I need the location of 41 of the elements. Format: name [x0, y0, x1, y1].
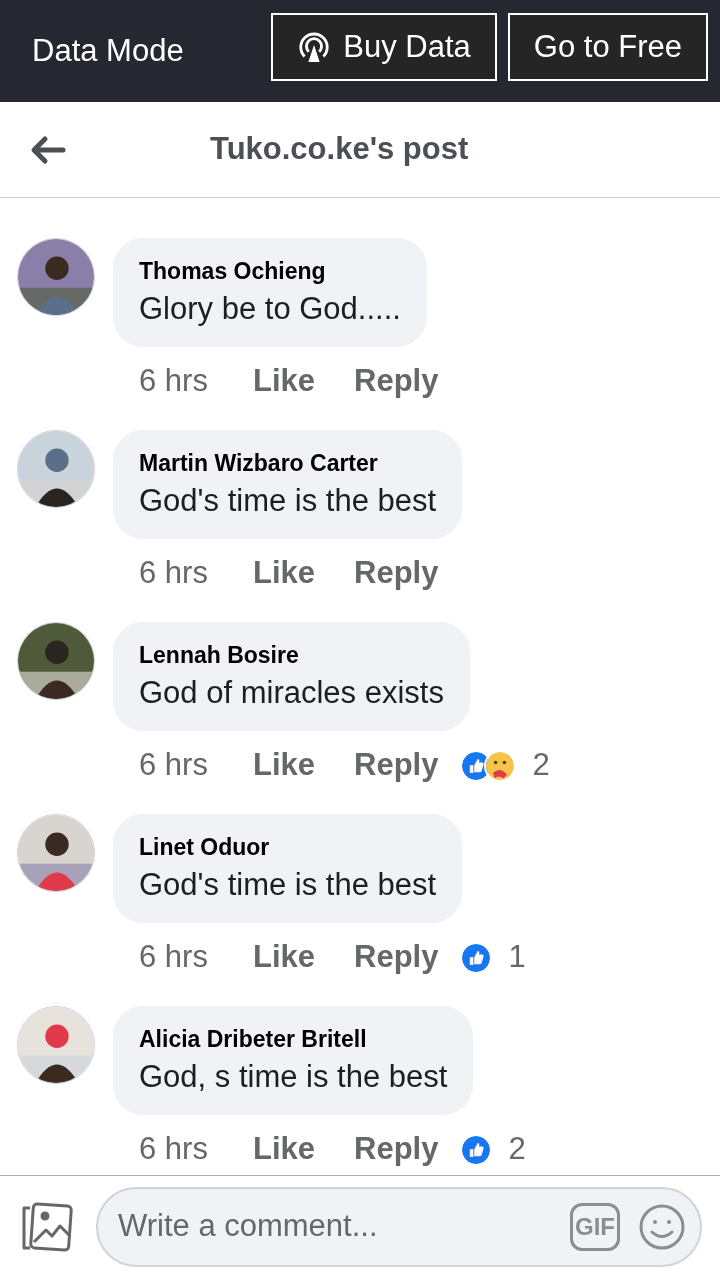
comment-time: 6 hrs — [139, 1130, 209, 1169]
reply-link[interactable]: Reply — [354, 742, 439, 789]
comment-text: God of miracles exists — [139, 673, 444, 712]
comment-text: Glory be to God..... — [139, 289, 401, 328]
comment-author[interactable]: Thomas Ochieng — [139, 254, 401, 289]
reaction-count: 1 — [508, 938, 526, 977]
comment-time: 6 hrs — [139, 938, 209, 977]
comment-text: God's time is the best — [139, 481, 437, 520]
buy-data-button[interactable]: Buy Data — [271, 13, 497, 81]
broadcast-icon — [297, 30, 332, 64]
reply-link[interactable]: Reply — [354, 358, 439, 405]
like-link[interactable]: Like — [253, 742, 354, 789]
comment-time: 6 hrs — [139, 746, 209, 785]
comment-field[interactable]: Write a comment... GIF — [96, 1186, 702, 1267]
reply-link[interactable]: Reply — [354, 934, 439, 981]
like-link[interactable]: Like — [253, 358, 354, 405]
reaction-count: 2 — [508, 1130, 526, 1169]
data-mode-label: Data Mode — [32, 31, 184, 70]
comment-text: God's time is the best — [139, 865, 437, 904]
post-title: Tuko.co.ke's post — [210, 130, 469, 169]
photo-icon[interactable] — [20, 1201, 74, 1252]
comment-time: 6 hrs — [139, 554, 209, 593]
comment-author[interactable]: Alicia Dribeter Britell — [139, 1022, 448, 1057]
like-reaction-icon — [460, 941, 493, 974]
emoji-icon[interactable] — [638, 1202, 686, 1251]
comment-author[interactable]: Linet Oduor — [139, 830, 437, 865]
comment-text: God, s time is the best — [139, 1057, 448, 1096]
go-to-free-button[interactable]: Go to Free — [507, 13, 708, 81]
care-reaction-icon — [484, 749, 517, 782]
comment-time: 6 hrs — [139, 362, 209, 401]
like-link[interactable]: Like — [253, 934, 354, 981]
reaction-count: 2 — [532, 746, 550, 785]
reply-link[interactable]: Reply — [354, 550, 439, 597]
like-link[interactable]: Like — [253, 1126, 354, 1173]
gif-icon[interactable]: GIF — [570, 1202, 620, 1251]
like-link[interactable]: Like — [253, 550, 354, 597]
back-arrow-icon[interactable] — [30, 134, 66, 165]
like-reaction-icon — [460, 1133, 493, 1166]
comment-author[interactable]: Martin Wizbaro Carter — [139, 446, 437, 481]
comment-author[interactable]: Lennah Bosire — [139, 638, 444, 673]
reply-link[interactable]: Reply — [354, 1126, 439, 1173]
